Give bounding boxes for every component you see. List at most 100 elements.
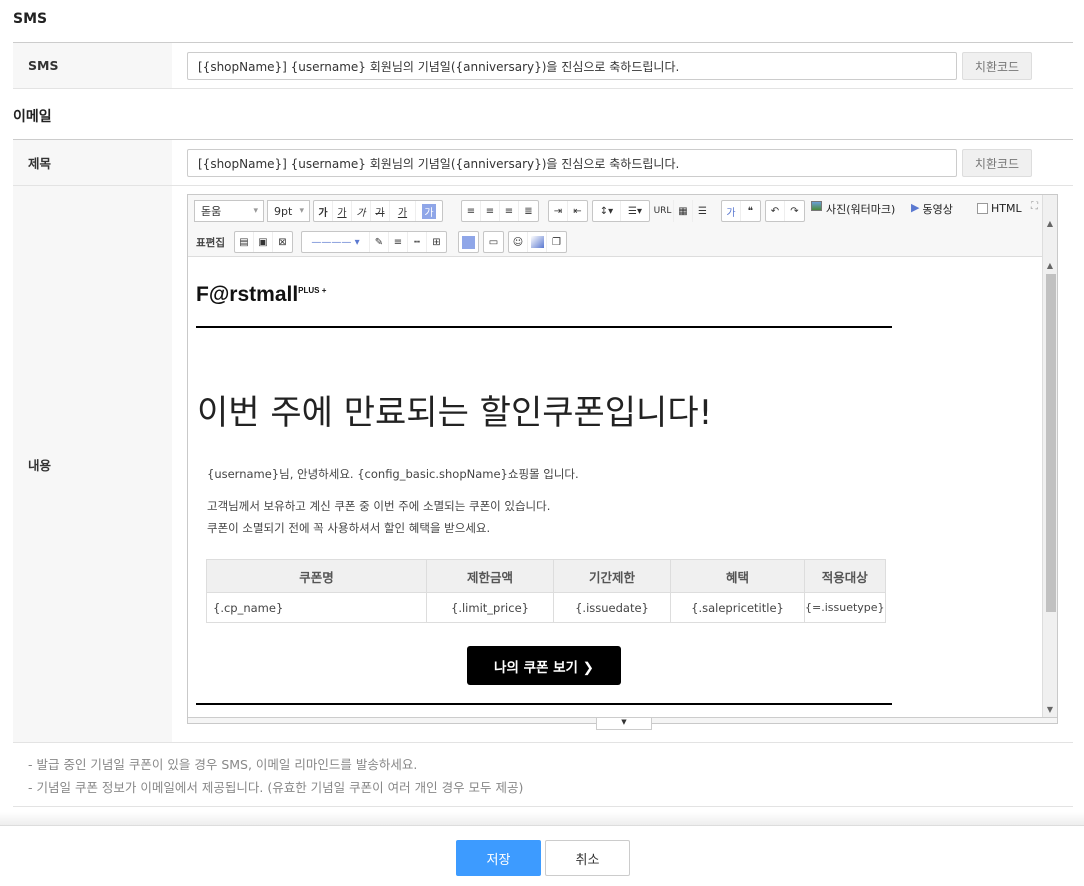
list-icon[interactable]: ☰▾ [621, 201, 649, 221]
layer-icon[interactable]: ❐ [547, 232, 566, 252]
header-cell: 적용대상 [804, 559, 886, 593]
border-dash-icon[interactable]: ┅ [408, 232, 427, 252]
toolbar-scrollbar[interactable]: ▲ [1042, 195, 1057, 257]
misc-group: 가 ❝ [721, 200, 761, 222]
underline-button[interactable]: 가 [333, 201, 352, 221]
html-label: HTML [991, 202, 1022, 215]
format-group: 가 가 가 가 가 가 [313, 200, 443, 222]
note-2: - 기념일 쿠폰 정보가 이메일에서 제공됩니다. (유효한 기념일 쿠폰이 여… [28, 780, 524, 795]
highlight-button[interactable]: 가 [422, 203, 436, 219]
editor-scrollbar[interactable]: ▲ ▼ [1042, 257, 1057, 717]
bold-button[interactable]: 가 [314, 201, 333, 221]
fullscreen-icon[interactable]: ⛶ [1031, 201, 1038, 212]
align-group: ≡ ≡ ≡ ≣ [461, 200, 539, 222]
greeting-text: {username}님, 안녕하세요. {config_basic.shopNa… [207, 467, 579, 481]
video-button[interactable]: ▶ 동영상 [911, 201, 953, 217]
footer-separator [0, 812, 1084, 826]
url-button[interactable]: URL [652, 200, 674, 222]
table-insert-icon[interactable]: ▤ [235, 232, 254, 252]
border-tools: ———— ▾ ✎ ≡ ┅ ⊞ [301, 231, 447, 253]
photo-label: 사진(워터마크) [826, 203, 896, 216]
indent-icon[interactable]: ⇥ [549, 201, 568, 221]
subject-label: 제목 [13, 140, 172, 185]
video-label: 동영상 [922, 203, 953, 216]
border-style-select[interactable]: ———— ▾ [302, 232, 370, 252]
cell-bg-icon[interactable] [459, 232, 478, 252]
divider [196, 703, 892, 705]
line-height-icon[interactable]: ↕▾ [593, 201, 621, 221]
scroll-up-icon[interactable]: ▲ [1043, 219, 1057, 228]
table-tools: ▤ ▣ ⊠ [234, 231, 293, 253]
table-row: {.cp_name} {.limit_price} {.issuedate} {… [206, 592, 886, 623]
spacing-group: ↕▾ ☰▾ [592, 200, 650, 222]
scroll-up-icon[interactable]: ▲ [1043, 261, 1057, 270]
email-section-title: 이메일 [13, 109, 52, 125]
quote-icon[interactable]: ❝ [741, 201, 760, 221]
undo-group: ↶ ↷ [765, 200, 805, 222]
table-header-icon[interactable]: ▭ [484, 232, 503, 252]
sms-code-button[interactable]: 치환코드 [962, 52, 1032, 80]
email-subject-row: 제목 치환코드 [13, 139, 1073, 186]
sms-section-title: SMS [13, 11, 48, 27]
html-checkbox[interactable] [977, 203, 988, 214]
my-coupons-button[interactable]: 나의 쿠폰 보기 ❯ [467, 646, 621, 685]
note-1: - 발급 중인 기념일 쿠폰이 있을 경우 SMS, 이메일 리마인드를 발송하… [28, 757, 418, 772]
header-cell: 기간제한 [553, 559, 671, 593]
border-width-icon[interactable]: ≡ [389, 232, 408, 252]
undo-icon[interactable]: ↶ [766, 201, 785, 221]
cancel-button[interactable]: 취소 [545, 840, 630, 876]
photo-button[interactable]: 사진(워터마크) [811, 201, 895, 217]
header-tool: ▭ [483, 231, 504, 253]
header-cell: 혜택 [670, 559, 805, 593]
content-label: 내용 [13, 186, 172, 742]
coupon-table: 쿠폰명 제한금액 기간제한 혜택 적용대상 {.cp_name} {.limit… [206, 559, 886, 623]
image-icon [811, 201, 822, 211]
html-toggle[interactable]: HTML [977, 202, 1022, 215]
cell: {=.issuetype} [804, 592, 886, 623]
text-box-icon[interactable]: 가 [722, 201, 741, 221]
cell: {.salepricetitle} [670, 592, 805, 623]
font-family-select[interactable]: 돋움 [194, 200, 264, 222]
header-cell: 제한금액 [426, 559, 554, 593]
scroll-thumb[interactable] [1046, 274, 1056, 612]
header-cell: 쿠폰명 [206, 559, 427, 593]
subject-code-button[interactable]: 치환코드 [962, 149, 1032, 177]
font-color-button[interactable]: 가 [390, 201, 416, 221]
divider [13, 806, 1073, 807]
save-button[interactable]: 저장 [456, 840, 541, 876]
body-line-1: 고객님께서 보유하고 계신 쿠폰 중 이번 주에 소멸되는 쿠폰이 있습니다. [207, 499, 551, 513]
font-size-select[interactable]: 9pt [267, 200, 310, 222]
scroll-down-icon[interactable]: ▼ [1043, 705, 1057, 714]
table-header-row: 쿠폰명 제한금액 기간제한 혜택 적용대상 [206, 559, 886, 593]
insert-group: URL ▦ ☰ [652, 200, 712, 222]
cell: {.issuedate} [553, 592, 671, 623]
table-delete-icon[interactable]: ⊠ [273, 232, 292, 252]
align-right-icon[interactable]: ≡ [500, 201, 519, 221]
gradient-icon[interactable] [528, 232, 547, 252]
table-row-icon[interactable]: ▣ [254, 232, 273, 252]
editor-toolbar: 돋움 9pt 가 가 가 가 가 가 ≡≡≡≣ ⇥⇤ ↕▾☰▾ URL▦☰ 가❝… [188, 195, 1044, 257]
divider [196, 326, 892, 328]
border-color-icon[interactable]: ✎ [370, 232, 389, 252]
hr-icon[interactable]: ☰ [693, 200, 712, 222]
table-icon[interactable]: ▦ [674, 200, 693, 222]
emoticon-icon[interactable]: ☺ [509, 232, 528, 252]
align-justify-icon[interactable]: ≣ [519, 201, 538, 221]
subject-input[interactable] [187, 149, 957, 177]
sms-row: SMS 치환코드 [13, 42, 1073, 89]
outdent-icon[interactable]: ⇤ [568, 201, 587, 221]
bg-color-tool [458, 231, 479, 253]
table-edit-label: 표편집 [196, 237, 225, 249]
resize-handle-icon[interactable]: ▼ [596, 718, 652, 730]
strike-button[interactable]: 가 [371, 201, 390, 221]
play-icon: ▶ [911, 201, 920, 214]
redo-icon[interactable]: ↷ [785, 201, 804, 221]
align-left-icon[interactable]: ≡ [462, 201, 481, 221]
align-center-icon[interactable]: ≡ [481, 201, 500, 221]
template-tools: ☺ ❐ [508, 231, 567, 253]
border-grid-icon[interactable]: ⊞ [427, 232, 446, 252]
editor-content[interactable]: F@rstmallPLUS + 이번 주에 만료되는 할인쿠폰입니다! {use… [188, 257, 1043, 717]
italic-button[interactable]: 가 [352, 201, 371, 221]
sms-input[interactable] [187, 52, 957, 80]
cell: {.cp_name} [206, 592, 427, 623]
